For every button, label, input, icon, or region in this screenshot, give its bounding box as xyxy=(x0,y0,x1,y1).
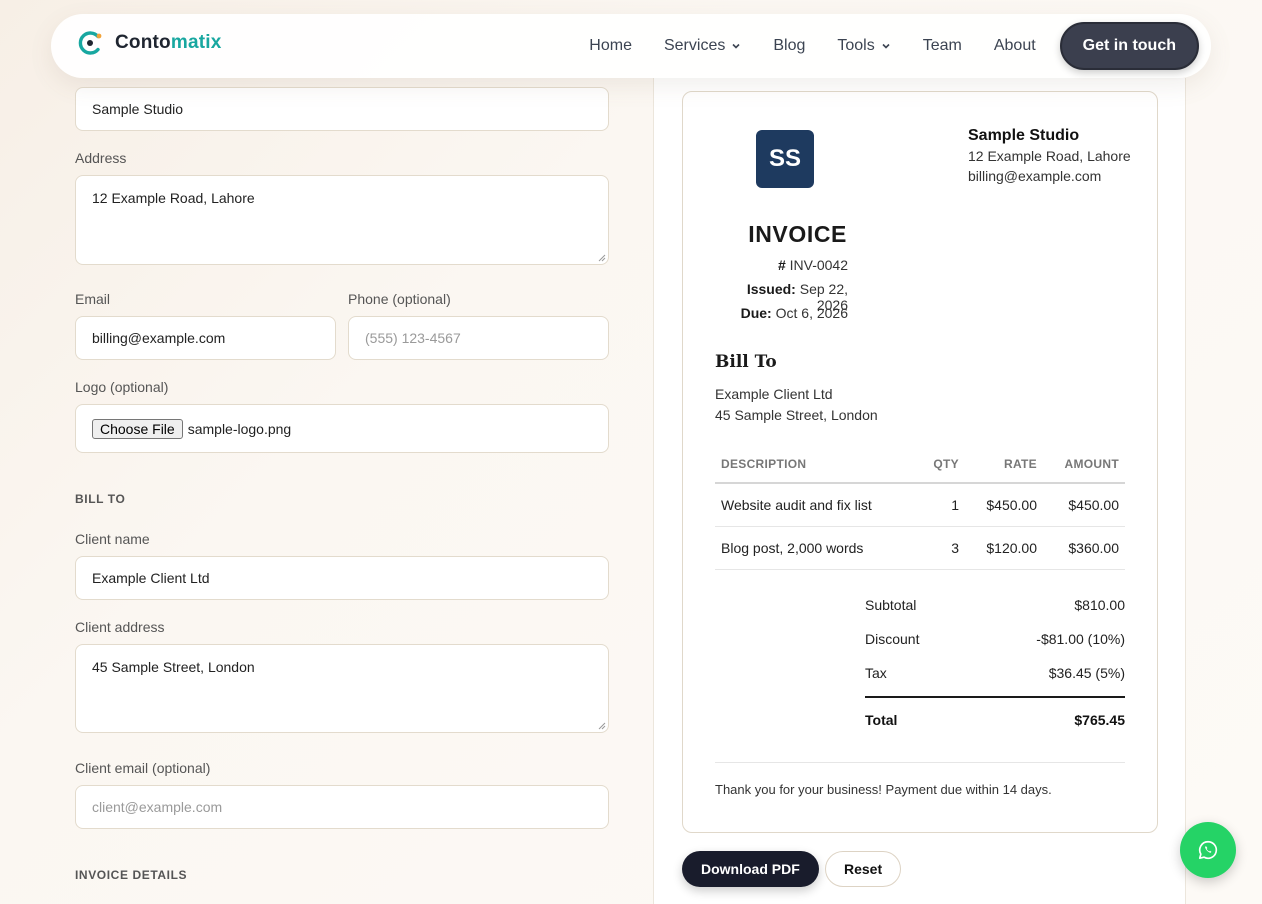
seller-block: Sample Studio 12 Example Road, Lahore bi… xyxy=(968,126,1131,186)
nav-team[interactable]: Team xyxy=(923,37,962,55)
col-rate: RATE xyxy=(965,445,1043,484)
cell-rate: $450.00 xyxy=(965,483,1043,527)
resize-handle-icon[interactable] xyxy=(597,253,606,262)
discount-row: Discount -$81.00 (10%) xyxy=(865,631,1125,647)
table-row: Blog post, 2,000 words 3 $120.00 $360.00 xyxy=(715,526,1125,570)
resize-handle-icon[interactable] xyxy=(597,721,606,730)
bill-to-block: Example Client Ltd 45 Sample Street, Lon… xyxy=(715,384,878,426)
footer-divider xyxy=(715,762,1125,763)
chevron-down-icon xyxy=(882,43,890,49)
business-name-input[interactable]: Sample Studio xyxy=(75,87,609,131)
whatsapp-icon xyxy=(1198,840,1218,860)
client-address: 45 Sample Street, London xyxy=(715,407,878,423)
nav-about[interactable]: About xyxy=(994,37,1036,55)
logo-label: Logo (optional) xyxy=(75,379,169,395)
cell-description: Website audit and fix list xyxy=(715,483,915,527)
email-input[interactable]: billing@example.com xyxy=(75,316,336,360)
cell-rate: $120.00 xyxy=(965,526,1043,570)
top-navbar: Contomatix Home Services Blog Tools Team… xyxy=(51,14,1211,78)
brand-name: Contomatix xyxy=(115,32,222,53)
email-label: Email xyxy=(75,291,111,307)
cell-description: Blog post, 2,000 words xyxy=(715,526,915,570)
invoice-title: INVOICE xyxy=(748,221,847,247)
download-pdf-button[interactable]: Download PDF xyxy=(682,851,819,887)
seller-address: 12 Example Road, Lahore xyxy=(968,148,1131,164)
client-email-input[interactable]: client@example.com xyxy=(75,785,609,829)
invoice-preview: SS INVOICE # INV-0042 Issued: Sep 22, 20… xyxy=(682,91,1158,833)
invoice-details-section-title: INVOICE DETAILS xyxy=(75,868,188,882)
nav-home[interactable]: Home xyxy=(589,37,632,55)
nav-tools[interactable]: Tools xyxy=(837,37,890,55)
total-row: Total $765.45 xyxy=(865,712,1125,728)
col-qty: QTY xyxy=(915,445,965,484)
nav-links: Home Services Blog Tools Team About Get … xyxy=(589,22,1199,70)
client-address-label: Client address xyxy=(75,619,165,635)
cell-amount: $450.00 xyxy=(1043,483,1125,527)
col-description: DESCRIPTION xyxy=(715,445,915,484)
bill-to-section-title: BILL TO xyxy=(75,492,126,506)
invoice-number: # INV-0042 xyxy=(777,257,848,273)
client-name-label: Client name xyxy=(75,531,150,547)
tax-row: Tax $36.45 (5%) xyxy=(865,665,1125,681)
table-header-row: DESCRIPTION QTY RATE AMOUNT xyxy=(715,445,1125,484)
table-row: Website audit and fix list 1 $450.00 $45… xyxy=(715,483,1125,527)
seller-name: Sample Studio xyxy=(968,127,1080,144)
line-items-table: DESCRIPTION QTY RATE AMOUNT Website audi… xyxy=(715,445,1125,570)
thank-you-note: Thank you for your business! Payment due… xyxy=(715,782,1052,797)
cell-amount: $360.00 xyxy=(1043,526,1125,570)
client-name: Example Client Ltd xyxy=(715,386,833,402)
client-address-textarea[interactable]: 45 Sample Street, London xyxy=(75,644,609,733)
get-in-touch-button[interactable]: Get in touch xyxy=(1059,22,1199,70)
client-email-label: Client email (optional) xyxy=(75,760,211,776)
bill-to-heading: Bill To xyxy=(715,352,777,372)
chevron-down-icon xyxy=(732,43,740,49)
brand-logo-icon xyxy=(78,31,102,55)
logo-filename: sample-logo.png xyxy=(187,420,292,437)
phone-input[interactable]: (555) 123-4567 xyxy=(348,316,609,360)
nav-services[interactable]: Services xyxy=(664,37,741,55)
seller-email: billing@example.com xyxy=(968,168,1102,184)
total-divider xyxy=(865,696,1125,698)
address-textarea[interactable]: 12 Example Road, Lahore xyxy=(75,175,609,265)
phone-label: Phone (optional) xyxy=(348,291,451,307)
choose-file-button[interactable]: Choose File xyxy=(92,418,183,439)
reset-button[interactable]: Reset xyxy=(825,851,902,887)
client-name-input[interactable]: Example Client Ltd xyxy=(75,556,609,600)
subtotal-row: Subtotal $810.00 xyxy=(865,597,1125,613)
logo-file-input[interactable]: Choose File sample-logo.png xyxy=(75,404,609,453)
whatsapp-button[interactable] xyxy=(1180,822,1236,878)
invoice-logo: SS xyxy=(756,130,814,188)
nav-blog[interactable]: Blog xyxy=(773,37,805,55)
col-amount: AMOUNT xyxy=(1043,445,1125,484)
brand-logo[interactable]: Contomatix xyxy=(77,30,222,56)
invoice-due: Due: Oct 6, 2026 xyxy=(740,305,848,321)
cell-qty: 3 xyxy=(915,526,965,570)
address-label: Address xyxy=(75,150,127,166)
cell-qty: 1 xyxy=(915,483,965,527)
